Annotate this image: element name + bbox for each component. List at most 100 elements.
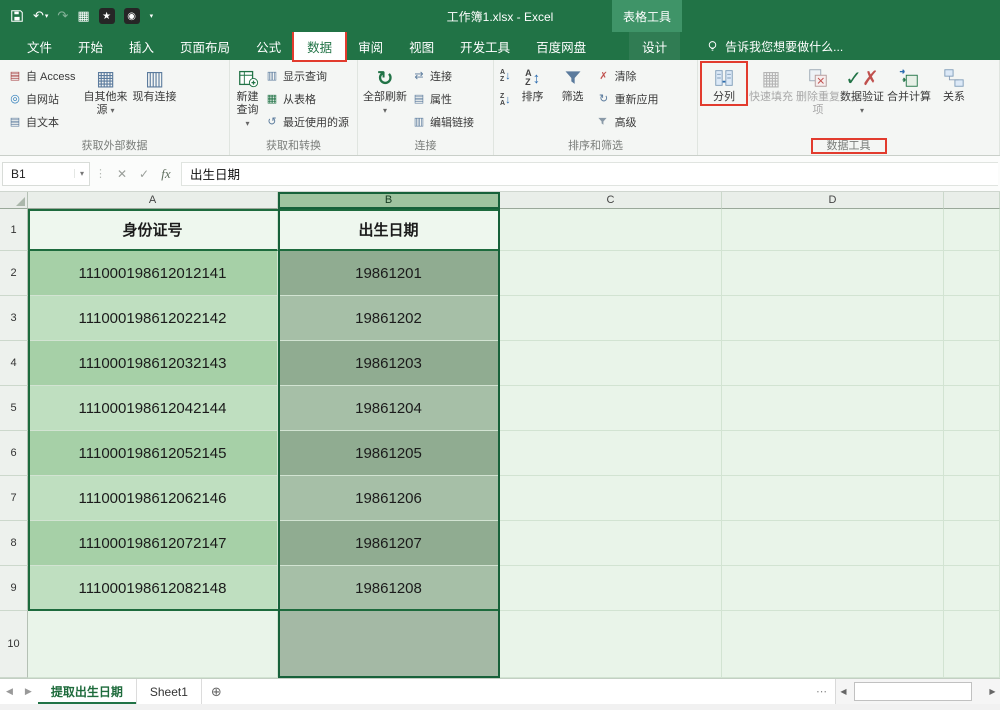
refresh-all-button[interactable]: ↻ 全部刷新 ▾ <box>362 63 408 117</box>
cell-C6[interactable] <box>500 431 722 476</box>
cell-D1[interactable] <box>722 209 944 251</box>
cell-C5[interactable] <box>500 386 722 431</box>
row-header-2[interactable]: 2 <box>0 251 28 296</box>
cell-E4[interactable] <box>944 341 1000 386</box>
tab-insert[interactable]: 插入 <box>116 32 167 60</box>
undo-icon[interactable]: ↶ ▾ <box>33 8 48 24</box>
cell-D10[interactable] <box>722 611 944 678</box>
cell-D5[interactable] <box>722 386 944 431</box>
cell-B4[interactable]: 19861203 <box>278 341 500 386</box>
sheet-nav-left-icon[interactable]: ◀ <box>0 679 19 704</box>
new-sheet-button[interactable]: ⊕ <box>202 679 231 704</box>
cell-B2[interactable]: 19861201 <box>278 251 500 296</box>
filter-button[interactable]: 筛选 <box>553 63 593 104</box>
cell-B3[interactable]: 19861202 <box>278 296 500 341</box>
cell-B10[interactable] <box>278 611 500 678</box>
row-header-7[interactable]: 7 <box>0 476 28 521</box>
relationships-button[interactable]: 关系 <box>934 63 974 104</box>
tab-page-layout[interactable]: 页面布局 <box>167 32 243 60</box>
insert-function-icon[interactable]: fx <box>155 166 177 182</box>
cell-A7[interactable]: 111000198612062146 <box>28 476 278 521</box>
cell-B1-active[interactable]: 出生日期 <box>278 209 500 251</box>
cell-D9[interactable] <box>722 566 944 611</box>
save-icon[interactable] <box>10 9 24 23</box>
cell-A8[interactable]: 111000198612072147 <box>28 521 278 566</box>
tab-formulas[interactable]: 公式 <box>243 32 294 60</box>
scroll-left-icon[interactable]: ◀ <box>836 679 851 704</box>
column-header-d[interactable]: D <box>722 192 944 209</box>
tab-file[interactable]: 文件 <box>14 32 65 60</box>
sheet-tab-active[interactable]: 提取出生日期 <box>37 679 137 704</box>
cell-C3[interactable] <box>500 296 722 341</box>
tab-design[interactable]: 设计 <box>629 32 681 60</box>
cell-B7[interactable]: 19861206 <box>278 476 500 521</box>
cell-A9[interactable]: 111000198612082148 <box>28 566 278 611</box>
undo-caret-icon[interactable]: ▾ <box>45 12 49 20</box>
tab-home[interactable]: 开始 <box>65 32 116 60</box>
row-header-4[interactable]: 4 <box>0 341 28 386</box>
scrollbar-thumb[interactable] <box>854 682 972 701</box>
sheet-bar-more-icon[interactable]: ⋯ <box>808 679 835 704</box>
redo-icon[interactable]: ↷ <box>57 8 68 24</box>
cell-A6[interactable]: 111000198612052145 <box>28 431 278 476</box>
row-header-9[interactable]: 9 <box>0 566 28 611</box>
cell-C2[interactable] <box>500 251 722 296</box>
cell-A1[interactable]: 身份证号 <box>28 209 278 251</box>
name-box-caret-icon[interactable]: ▾ <box>73 169 89 178</box>
cell-D8[interactable] <box>722 521 944 566</box>
select-all-corner[interactable] <box>0 192 28 209</box>
existing-connections-button[interactable]: ▥ 现有连接 <box>132 63 178 104</box>
cell-C9[interactable] <box>500 566 722 611</box>
tell-me-box[interactable]: 告诉我您想要做什么... <box>706 32 843 60</box>
text-to-columns-button[interactable]: 分列 <box>700 61 748 106</box>
cell-A5[interactable]: 111000198612042144 <box>28 386 278 431</box>
cell-E5[interactable] <box>944 386 1000 431</box>
cell-E1[interactable] <box>944 209 1000 251</box>
sheet-tab-sheet1[interactable]: Sheet1 <box>137 679 202 704</box>
cell-E8[interactable] <box>944 521 1000 566</box>
scrollbar-track[interactable] <box>851 679 985 704</box>
cancel-icon[interactable]: ✕ <box>111 167 133 181</box>
addin-star-icon[interactable]: ★ <box>98 8 115 24</box>
flash-fill-button[interactable]: ▦ 快速填充 <box>746 63 796 104</box>
cell-C8[interactable] <box>500 521 722 566</box>
cell-D4[interactable] <box>722 341 944 386</box>
sort-button[interactable]: A Z ↕ 排序 <box>513 63 553 104</box>
cell-B9[interactable]: 19861208 <box>278 566 500 611</box>
new-query-button[interactable]: 新建查询 ▾ <box>234 63 261 130</box>
cell-E6[interactable] <box>944 431 1000 476</box>
cell-C10[interactable] <box>500 611 722 678</box>
column-header-e[interactable] <box>944 192 1000 209</box>
from-other-sources-button[interactable]: ▦ 自其他来源 ▾ <box>80 63 132 117</box>
from-web-button[interactable]: ◎ 自网站 <box>4 88 80 109</box>
formula-bar-splitter[interactable]: ⋮ <box>90 167 111 180</box>
connections-button[interactable]: ⇄ 连接 <box>408 65 478 86</box>
clear-filter-button[interactable]: ✗ 清除 <box>593 65 663 86</box>
from-access-button[interactable]: ▤ 自 Access <box>4 65 80 86</box>
cell-D2[interactable] <box>722 251 944 296</box>
scroll-right-icon[interactable]: ▶ <box>985 679 1000 704</box>
from-table-button[interactable]: ▦ 从表格 <box>261 88 353 109</box>
reapply-button[interactable]: ↻ 重新应用 <box>593 88 663 109</box>
cell-E3[interactable] <box>944 296 1000 341</box>
data-validation-button[interactable]: ✓ ✗ 数据验证 ▾ <box>840 63 884 117</box>
recent-sources-button[interactable]: ↺ 最近使用的源 <box>261 111 353 132</box>
cell-D6[interactable] <box>722 431 944 476</box>
tab-developer[interactable]: 开发工具 <box>447 32 523 60</box>
qat-customize-icon[interactable]: ▾ <box>150 12 154 20</box>
cell-A10[interactable] <box>28 611 278 678</box>
cell-A2[interactable]: 111000198612012141 <box>28 251 278 296</box>
tab-data[interactable]: 数据 <box>292 30 348 62</box>
row-header-5[interactable]: 5 <box>0 386 28 431</box>
cell-E7[interactable] <box>944 476 1000 521</box>
row-header-10[interactable]: 10 <box>0 611 28 678</box>
cell-B8[interactable]: 19861207 <box>278 521 500 566</box>
cell-C1[interactable] <box>500 209 722 251</box>
cell-A3[interactable]: 111000198612022142 <box>28 296 278 341</box>
addin-table-icon[interactable]: ▦ <box>77 8 89 24</box>
advanced-filter-button[interactable]: 高级 <box>593 111 663 132</box>
show-queries-button[interactable]: ▥ 显示查询 <box>261 65 353 86</box>
cell-C4[interactable] <box>500 341 722 386</box>
column-header-b[interactable]: B <box>278 192 500 209</box>
formula-input[interactable]: 出生日期 <box>181 161 998 186</box>
